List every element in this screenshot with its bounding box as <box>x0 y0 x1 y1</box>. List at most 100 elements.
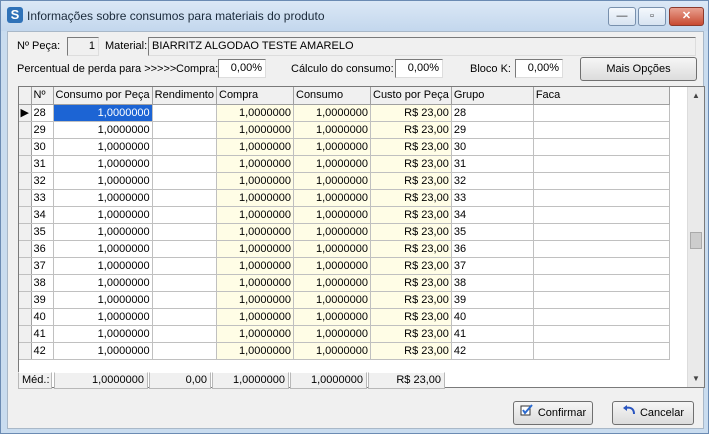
row-indicator[interactable] <box>19 257 32 275</box>
faca-cell[interactable] <box>533 121 670 139</box>
consumo-peca-cell[interactable]: 1,0000000 <box>53 172 153 190</box>
column-header-numero[interactable]: Nº <box>31 87 54 105</box>
compra-cell[interactable]: 1,0000000 <box>216 223 294 241</box>
grupo-cell[interactable]: 32 <box>451 172 534 190</box>
compra-cell[interactable]: 1,0000000 <box>216 257 294 275</box>
consumo-cell[interactable]: 1,0000000 <box>293 138 371 156</box>
mais-opcoes-button[interactable]: Mais Opções <box>580 57 697 81</box>
faca-cell[interactable] <box>533 291 670 309</box>
faca-cell[interactable] <box>533 189 670 207</box>
row-indicator[interactable] <box>19 308 32 326</box>
consumo-peca-cell[interactable]: 1,0000000 <box>53 240 153 258</box>
custo-peca-cell[interactable]: R$ 23,00 <box>370 155 452 173</box>
table-row[interactable]: 37 1,0000000 1,0000000 1,0000000 R$ 23,00 37 <box>19 257 670 275</box>
compra-cell[interactable]: 1,0000000 <box>216 172 294 190</box>
faca-cell[interactable] <box>533 342 670 360</box>
row-number-cell[interactable]: 34 <box>31 206 54 224</box>
grupo-cell[interactable]: 33 <box>451 189 534 207</box>
custo-peca-cell[interactable]: R$ 23,00 <box>370 104 452 122</box>
rendimento-cell[interactable] <box>152 155 218 173</box>
grupo-cell[interactable]: 29 <box>451 121 534 139</box>
calculo-consumo-input[interactable]: 0,00% <box>395 59 443 78</box>
table-row[interactable]: 35 1,0000000 1,0000000 1,0000000 R$ 23,00 35 <box>19 223 670 241</box>
compra-cell[interactable]: 1,0000000 <box>216 342 294 360</box>
maximize-button[interactable]: ▫ <box>638 7 666 26</box>
consumo-cell[interactable]: 1,0000000 <box>293 325 371 343</box>
row-number-cell[interactable]: 42 <box>31 342 54 360</box>
rendimento-cell[interactable] <box>152 104 218 122</box>
row-indicator[interactable] <box>19 291 32 309</box>
table-row[interactable]: 40 1,0000000 1,0000000 1,0000000 R$ 23,00 40 <box>19 308 670 326</box>
faca-cell[interactable] <box>533 240 670 258</box>
row-number-cell[interactable]: 35 <box>31 223 54 241</box>
consumo-cell[interactable]: 1,0000000 <box>293 155 371 173</box>
row-number-cell[interactable]: 39 <box>31 291 54 309</box>
rendimento-cell[interactable] <box>152 291 218 309</box>
consumo-peca-cell[interactable]: 1,0000000 <box>53 291 153 309</box>
row-indicator[interactable] <box>19 172 32 190</box>
table-row[interactable]: 30 1,0000000 1,0000000 1,0000000 R$ 23,00 30 <box>19 138 670 156</box>
consumo-cell[interactable]: 1,0000000 <box>293 274 371 292</box>
consumo-cell[interactable]: 1,0000000 <box>293 308 371 326</box>
row-number-cell[interactable]: 33 <box>31 189 54 207</box>
table-row[interactable]: 33 1,0000000 1,0000000 1,0000000 R$ 23,00 33 <box>19 189 670 207</box>
title-bar[interactable]: S Informações sobre consumos para materi… <box>1 1 708 31</box>
compra-cell[interactable]: 1,0000000 <box>216 240 294 258</box>
row-number-cell[interactable]: 28 <box>31 104 54 122</box>
faca-cell[interactable] <box>533 325 670 343</box>
custo-peca-cell[interactable]: R$ 23,00 <box>370 189 452 207</box>
grupo-cell[interactable]: 38 <box>451 274 534 292</box>
consumo-cell[interactable]: 1,0000000 <box>293 121 371 139</box>
rendimento-cell[interactable] <box>152 189 218 207</box>
compra-cell[interactable]: 1,0000000 <box>216 155 294 173</box>
compra-cell[interactable]: 1,0000000 <box>216 189 294 207</box>
consumo-peca-cell[interactable]: 1,0000000 <box>53 342 153 360</box>
column-header-grupo[interactable]: Grupo <box>451 87 534 105</box>
compra-cell[interactable]: 1,0000000 <box>216 274 294 292</box>
grupo-cell[interactable]: 28 <box>451 104 534 122</box>
rendimento-cell[interactable] <box>152 257 218 275</box>
consumo-peca-cell[interactable]: 1,0000000 <box>53 257 153 275</box>
row-indicator[interactable] <box>19 223 32 241</box>
faca-cell[interactable] <box>533 274 670 292</box>
faca-cell[interactable] <box>533 257 670 275</box>
faca-cell[interactable] <box>533 138 670 156</box>
consumo-peca-cell[interactable]: 1,0000000 <box>53 223 153 241</box>
table-row[interactable]: 41 1,0000000 1,0000000 1,0000000 R$ 23,00 41 <box>19 325 670 343</box>
consumo-cell[interactable]: 1,0000000 <box>293 257 371 275</box>
table-row[interactable]: 31 1,0000000 1,0000000 1,0000000 R$ 23,00 31 <box>19 155 670 173</box>
faca-cell[interactable] <box>533 206 670 224</box>
table-row[interactable]: 42 1,0000000 1,0000000 1,0000000 R$ 23,00 42 <box>19 342 670 360</box>
column-header-consumo[interactable]: Consumo <box>293 87 371 105</box>
rendimento-cell[interactable] <box>152 172 218 190</box>
table-row[interactable]: ▶ 28 1,0000000 1,0000000 1,0000000 R$ 23,00 28 <box>19 104 670 122</box>
grupo-cell[interactable]: 34 <box>451 206 534 224</box>
consumo-peca-cell[interactable]: 1,0000000 <box>53 206 153 224</box>
table-row[interactable]: 39 1,0000000 1,0000000 1,0000000 R$ 23,00 39 <box>19 291 670 309</box>
column-header-compra[interactable]: Compra <box>216 87 294 105</box>
row-number-cell[interactable]: 31 <box>31 155 54 173</box>
row-number-cell[interactable]: 30 <box>31 138 54 156</box>
consumo-peca-cell[interactable]: 1,0000000 <box>53 155 153 173</box>
faca-cell[interactable] <box>533 155 670 173</box>
rendimento-cell[interactable] <box>152 223 218 241</box>
faca-cell[interactable] <box>533 172 670 190</box>
consumo-peca-cell[interactable]: 1,0000000 <box>53 104 153 122</box>
table-row[interactable]: 38 1,0000000 1,0000000 1,0000000 R$ 23,00 38 <box>19 274 670 292</box>
scroll-up-arrow-icon[interactable]: ▲ <box>688 87 704 104</box>
rendimento-cell[interactable] <box>152 342 218 360</box>
compra-cell[interactable]: 1,0000000 <box>216 291 294 309</box>
consumo-peca-cell[interactable]: 1,0000000 <box>53 121 153 139</box>
minimize-button[interactable]: — <box>608 7 636 26</box>
faca-cell[interactable] <box>533 223 670 241</box>
custo-peca-cell[interactable]: R$ 23,00 <box>370 172 452 190</box>
table-row[interactable]: 29 1,0000000 1,0000000 1,0000000 R$ 23,00 29 <box>19 121 670 139</box>
custo-peca-cell[interactable]: R$ 23,00 <box>370 121 452 139</box>
row-indicator[interactable] <box>19 274 32 292</box>
vertical-scrollbar[interactable]: ▲ ▼ <box>687 87 704 387</box>
row-indicator[interactable] <box>19 189 32 207</box>
custo-peca-cell[interactable]: R$ 23,00 <box>370 138 452 156</box>
faca-cell[interactable] <box>533 104 670 122</box>
current-row-arrow-icon[interactable]: ▶ <box>19 104 32 122</box>
row-number-cell[interactable]: 41 <box>31 325 54 343</box>
